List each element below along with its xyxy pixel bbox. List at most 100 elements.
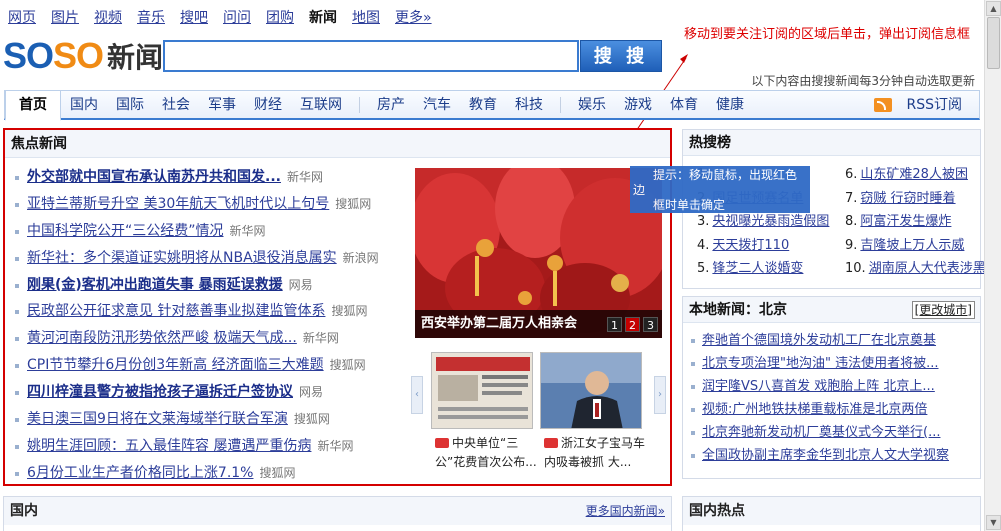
thumbnail-2-caption[interactable]: 浙江女子宝马车 内吸毒被抓 大... (544, 434, 645, 472)
hot-link[interactable]: 锋芝二人谈婚变 (712, 261, 803, 276)
news-link[interactable]: 黄河河南段防汛形势依然严峻 极端天气成... (27, 330, 297, 346)
hot-rank: 4. (697, 237, 710, 253)
hot-link[interactable]: 湖南原人大代表涉黑 (869, 261, 986, 276)
thumbnail-1-caption-line1: 中央单位“三 (452, 436, 519, 450)
hot-link[interactable]: 吉隆坡上万人示威 (860, 238, 964, 253)
news-link[interactable]: 外交部就中国宣布承认南苏丹共和国发... (27, 169, 281, 185)
news-item: 黄河河南段防汛形势依然严峻 极端天气成... 新华网 (13, 325, 413, 352)
news-source: 搜狐网 (331, 304, 368, 319)
channel-tab[interactable]: 国内 (61, 91, 107, 119)
news-link[interactable]: 美日澳三国9日将在文莱海域举行联合军演 (27, 411, 288, 427)
top-nav-item[interactable]: 搜吧 (180, 8, 208, 28)
news-link[interactable]: 新华社：多个渠道证实姚明将从NBA退役消息属实 (27, 250, 337, 266)
update-note: 以下内容由搜搜新闻每3分钟自动选取更新 (751, 74, 975, 88)
top-nav-item[interactable]: 新闻 (309, 8, 337, 28)
channel-tab[interactable]: 国际 (107, 91, 153, 119)
slide-page-button[interactable]: 3 (643, 317, 658, 332)
thumbnail-1-caption-line2: 公”花费首次公布... (435, 455, 537, 469)
news-link[interactable]: 姚明生涯回顾：五入最佳阵容 屡遭遇严重伤病 (27, 438, 311, 454)
hot-link[interactable]: 央视曝光暴雨造假图 (712, 214, 829, 229)
news-source: 搜狐网 (329, 358, 366, 373)
news-link[interactable]: 6月份工业生产者价格同比上涨7.1% (27, 465, 253, 481)
local-news-link[interactable]: 奔驰首个德国境外发动机工厂在北京奠基 (702, 333, 936, 348)
slide-page-button[interactable]: 2 (625, 317, 640, 332)
scroll-down-icon[interactable]: ▼ (986, 515, 1001, 530)
hot-item: 4. 天天拨打110 (697, 234, 829, 258)
slide-pager: 123 (607, 317, 658, 332)
channel-tab[interactable]: 社会 (153, 91, 199, 119)
slide-page-button[interactable]: 1 (607, 317, 622, 332)
subscribe-tooltip: 提示：移动鼠标，出现红色 边 框时单击确定 (630, 166, 810, 213)
top-nav-item[interactable]: 图片 (51, 8, 79, 28)
rss-label: RSS订阅 (906, 97, 962, 113)
news-item: 美日澳三国9日将在文莱海域举行联合军演 搜狐网 (13, 406, 413, 433)
news-link[interactable]: 刚果(金)客机冲出跑道失事 暴雨延误救援 (27, 277, 283, 293)
local-news-item: 视频:广州地铁扶梯重载标准是北京两倍 (691, 398, 949, 421)
channel-divider (560, 96, 561, 113)
next-arrow-icon[interactable]: › (654, 376, 666, 414)
news-item: 6月份工业生产者价格同比上涨7.1% 搜狐网 (13, 460, 413, 487)
thumbnail-2[interactable] (540, 352, 642, 429)
top-nav-item[interactable]: 问问 (223, 8, 251, 28)
news-source: 网易 (288, 277, 313, 292)
news-link[interactable]: CPI节节攀升6月份创3年新高 经济面临三大难题 (27, 357, 324, 373)
channel-tab[interactable]: 互联网 (291, 91, 351, 119)
local-news-link[interactable]: 全国政协副主席李金华到北京人文大学视察 (702, 448, 949, 463)
change-city-link[interactable]: [更改城市] (911, 301, 975, 319)
news-link[interactable]: 亚特兰蒂斯号升空 美30年航天飞机时代以上句号 (27, 196, 329, 212)
search-button[interactable]: 搜 搜 (580, 40, 662, 72)
page-scrollbar[interactable]: ▲ ▼ (984, 0, 1001, 531)
local-news-panel: 本地新闻：北京 [更改城市] 奔驰首个德国境外发动机工厂在北京奠基 北京专项治理"… (682, 296, 981, 479)
focus-news-panel[interactable]: 焦点新闻 外交部就中国宣布承认南苏丹共和国发... 新华网 亚特兰蒂斯号升空 美30… (3, 128, 672, 486)
top-nav-item[interactable]: 地图 (352, 8, 380, 28)
local-news-link[interactable]: 视频:广州地铁扶梯重载标准是北京两倍 (702, 402, 927, 417)
scroll-thumb[interactable] (987, 17, 1000, 69)
channel-tab[interactable]: 财经 (245, 91, 291, 119)
news-source: 新华网 (229, 223, 266, 238)
rss-subscribe[interactable]: RSS订阅 (874, 91, 971, 119)
prev-arrow-icon[interactable]: ‹ (411, 376, 423, 414)
headline-photo[interactable]: 西安举办第二届万人相亲会 123 (415, 168, 662, 338)
top-nav-item[interactable]: 团购 (266, 8, 294, 28)
local-news-link[interactable]: 润宇隆VS八喜首发 戏胞胎上阵 北京上... (702, 379, 935, 394)
scroll-up-icon[interactable]: ▲ (986, 1, 1001, 16)
focus-title: 焦点新闻 (5, 130, 670, 158)
channel-tab[interactable]: 娱乐 (569, 91, 615, 119)
hot-link[interactable]: 阿富汗发生爆炸 (860, 214, 951, 229)
channel-tab[interactable]: 游戏 (615, 91, 661, 119)
news-link[interactable]: 民政部公开征求意见 针对慈善事业拟建监管体系 (27, 303, 325, 319)
hot-link[interactable]: 窃贼 行窃时睡着 (860, 191, 955, 206)
local-news-title: 本地新闻：北京 [更改城市] (683, 297, 980, 323)
channel-tab[interactable]: 汽车 (414, 91, 460, 119)
top-nav-item[interactable]: 音乐 (137, 8, 165, 28)
channel-tab[interactable]: 教育 (460, 91, 506, 119)
focus-news-list: 外交部就中国宣布承认南苏丹共和国发... 新华网 亚特兰蒂斯号升空 美30年航天飞机… (13, 164, 413, 487)
channel-tab[interactable]: 军事 (199, 91, 245, 119)
thumbnail-1[interactable] (431, 352, 533, 429)
top-nav-item[interactable]: 网页 (8, 8, 36, 28)
channel-tab[interactable]: 科技 (506, 91, 552, 119)
hot-link[interactable]: 天天拨打110 (712, 238, 789, 253)
top-nav-item[interactable]: 更多» (395, 8, 432, 28)
channel-tab[interactable]: 健康 (707, 91, 753, 119)
news-link[interactable]: 中国科学院公开“三公经费”情况 (27, 223, 224, 239)
more-domestic-link[interactable]: 更多国内新闻» (586, 497, 665, 525)
news-item: 外交部就中国宣布承认南苏丹共和国发... 新华网 (13, 164, 413, 191)
hot-item: 6. 山东矿难28人被困 (845, 163, 986, 187)
channel-tab[interactable]: 房产 (368, 91, 414, 119)
local-news-link[interactable]: 北京奔驰新发动机厂奠基仪式今天举行(... (702, 425, 940, 440)
local-news-item: 北京专项治理"地沟油" 违法使用者将被... (691, 352, 949, 375)
local-news-link[interactable]: 北京专项治理"地沟油" 违法使用者将被... (702, 356, 939, 371)
channel-tab[interactable]: 体育 (661, 91, 707, 119)
hot-rank: 7. (845, 190, 858, 206)
channel-tab[interactable]: 首页 (5, 90, 61, 121)
hot-item: 7. 窃贼 行窃时睡着 (845, 187, 986, 211)
soso-logo[interactable]: SO SO 新闻 (3, 35, 163, 76)
thumbnail-1-caption[interactable]: 中央单位“三 公”花费首次公布... (435, 434, 537, 472)
hot-item: 8. 阿富汗发生爆炸 (845, 210, 986, 234)
logo-part1: SO (3, 35, 54, 76)
news-link[interactable]: 四川梓潼县警方被指抢孩子逼拆迁户签协议 (27, 384, 293, 400)
top-nav-item[interactable]: 视频 (94, 8, 122, 28)
search-input[interactable] (163, 40, 579, 72)
hot-link[interactable]: 山东矿难28人被困 (860, 167, 968, 182)
